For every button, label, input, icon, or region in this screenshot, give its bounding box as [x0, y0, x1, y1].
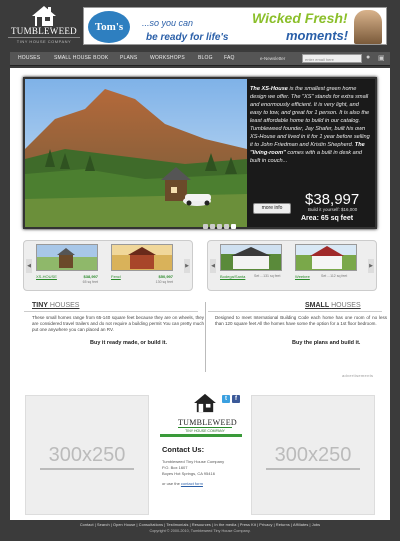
- featured-title: The XS-House: [250, 86, 288, 92]
- header: TUMBLEWEED TINY HOUSE COMPANY Tom's ...s…: [0, 0, 400, 50]
- small-houses-cta[interactable]: Buy the plans and build it.: [292, 340, 360, 346]
- small-houses-heading[interactable]: SMALL HOUSES: [305, 302, 361, 309]
- tiny-heading-light: HOUSES: [49, 302, 80, 309]
- carousel-item[interactable]: Bodega/Santa Set ...131 sq feet: [220, 244, 282, 288]
- carousel-item[interactable]: XS-HOUSE $38,997 65 sq feet: [36, 244, 98, 288]
- tiny-houses-cta[interactable]: Buy it ready made, or build it.: [90, 340, 167, 346]
- logo-subtitle: TINY HOUSE COMPANY: [8, 37, 80, 44]
- slider-dot-active[interactable]: [231, 224, 236, 229]
- contact-logo-title: TUMBLEWEED: [178, 418, 237, 427]
- footer-links[interactable]: Contact | Search | Open House | Consulta…: [0, 523, 400, 527]
- slider-dot[interactable]: [203, 224, 208, 229]
- user-icon[interactable]: ●: [366, 54, 370, 61]
- tiny-houses-carousel: ◀ XS-HOUSE $38,997 65 sq feet Fencl $50,…: [23, 240, 193, 291]
- small-houses-carousel: ◀ Bodega/Santa Set ...131 sq feet Weebee…: [207, 240, 377, 291]
- ad-placeholder-left[interactable]: 300x250: [25, 395, 149, 515]
- ad-placeholder-right[interactable]: 300x250: [251, 395, 375, 515]
- carousel-item-price: $38,997: [83, 274, 98, 279]
- house-logo-icon: [194, 393, 216, 413]
- site-logo[interactable]: TUMBLEWEED TINY HOUSE COMPANY: [8, 5, 80, 49]
- contact-logo-subtitle: TINY HOUSE COMPANY: [178, 427, 232, 433]
- featured-slider: The XS-House is the smallest green home …: [23, 77, 377, 229]
- nav-item-faq[interactable]: FAQ: [224, 55, 235, 61]
- featured-body: is the smallest green home design we off…: [250, 86, 370, 148]
- column-divider: [205, 302, 206, 372]
- contact-form-prefix: or use the: [162, 481, 180, 486]
- fencl-thumbnail: [111, 244, 173, 271]
- nav-item-workshops[interactable]: WORKSHOPS: [150, 55, 185, 61]
- weebee-thumbnail: [295, 244, 357, 271]
- carousel-next-icon[interactable]: ▶: [368, 259, 374, 273]
- carousel-item[interactable]: Fencl $50,997 130 sq feet: [111, 244, 173, 288]
- ad-size-label: 300x250: [26, 444, 148, 470]
- carousel-item-name[interactable]: Fencl: [111, 274, 121, 279]
- xs-house-thumbnail: [36, 244, 98, 271]
- small-heading-light: HOUSES: [331, 302, 361, 309]
- house-logo-icon: [32, 6, 56, 26]
- banner-moments: moments!: [286, 28, 349, 43]
- slider-dot[interactable]: [217, 224, 222, 229]
- featured-description: The XS-House is the smallest green home …: [250, 85, 372, 165]
- section-divider: [208, 311, 382, 312]
- twitter-icon[interactable]: t: [222, 395, 230, 403]
- nav-item-houses[interactable]: HOUSES: [18, 55, 40, 61]
- footer-copyright: Copyright © 2000-2010, Tumbleweed Tiny H…: [149, 529, 251, 533]
- slider-dot[interactable]: [224, 224, 229, 229]
- banner-line2: be ready for life's: [146, 32, 229, 43]
- nav-item-plans[interactable]: PLANS: [120, 55, 137, 61]
- nav-item-small-house-book[interactable]: SMALL HOUSE BOOK: [54, 55, 108, 61]
- tiny-heading-bold: TINY: [32, 302, 48, 309]
- nav-item-blog[interactable]: BLOG: [198, 55, 213, 61]
- contact-accent-bar: [160, 434, 242, 437]
- banner-person-image: [354, 10, 382, 44]
- logo-title: TUMBLEWEED: [11, 26, 77, 36]
- banner-headline: Wicked Fresh!: [252, 10, 348, 26]
- slider-dot[interactable]: [210, 224, 215, 229]
- carousel-item-name[interactable]: Weebee: [295, 274, 310, 279]
- main-nav: HOUSES SMALL HOUSE BOOK PLANS WORKSHOPS …: [10, 52, 390, 66]
- carousel-next-icon[interactable]: ▶: [184, 259, 190, 273]
- featured-build-price: Build it yourself: $16,000: [308, 207, 358, 212]
- carousel-item-area: Set ...131 sq feet: [254, 274, 281, 278]
- carousel-prev-icon[interactable]: ◀: [210, 259, 216, 273]
- featured-price: $38,997: [305, 191, 360, 208]
- more-info-button[interactable]: more info: [253, 203, 291, 214]
- newsletter-label: e-Newsletter: [260, 56, 286, 61]
- footer: Contact | Search | Open House | Consulta…: [0, 523, 400, 541]
- small-heading-bold: SMALL: [305, 302, 330, 309]
- tiny-houses-heading[interactable]: TINY HOUSES: [32, 302, 79, 309]
- facebook-icon[interactable]: f: [232, 395, 240, 403]
- carousel-item-area: 65 sq feet: [82, 280, 98, 284]
- contact-form-link[interactable]: contact form: [181, 481, 203, 486]
- featured-area: Area: 65 sq feet: [301, 215, 354, 222]
- contact-block: TUMBLEWEED TINY HOUSE COMPANY t f Contac…: [160, 393, 242, 517]
- carousel-prev-icon[interactable]: ◀: [26, 259, 32, 273]
- tiny-houses-description: These small homes range from 65-140 squa…: [32, 315, 204, 332]
- toms-logo: Tom's: [88, 11, 130, 43]
- carousel-item-area: Set ...112 sq feet: [321, 274, 348, 278]
- banner-line1: ...so you can: [142, 18, 194, 28]
- carousel-item-area: 130 sq feet: [155, 280, 173, 284]
- xs-house-photo: [25, 79, 247, 227]
- top-banner-ad[interactable]: Tom's ...so you can be ready for life's …: [83, 7, 387, 45]
- carousel-item-price: $50,997: [158, 274, 173, 279]
- contact-po-box: P.O. Box 1607: [162, 465, 188, 470]
- ad-size-label: 300x250: [252, 444, 374, 470]
- contact-heading: Contact Us:: [162, 445, 205, 454]
- small-houses-description: Designed to meet International Building …: [215, 315, 387, 326]
- carousel-item[interactable]: Weebee Set ...112 sq feet: [295, 244, 357, 288]
- bodega-thumbnail: [220, 244, 282, 271]
- advertisements-label: advertisements: [342, 373, 374, 378]
- slider-dots: [203, 216, 238, 234]
- newsletter-email-input[interactable]: enter email here: [302, 54, 362, 63]
- main-content: The XS-House is the smallest green home …: [10, 68, 390, 520]
- carousel-item-name[interactable]: XS-HOUSE: [36, 274, 57, 279]
- contact-city: Boyes Hot Springs, CA 95416: [162, 471, 215, 476]
- section-divider: [24, 311, 198, 312]
- contact-company: Tumbleweed Tiny House Company: [162, 459, 225, 464]
- carousel-item-name[interactable]: Bodega/Santa: [220, 274, 245, 279]
- cart-icon[interactable]: ▣: [378, 54, 385, 62]
